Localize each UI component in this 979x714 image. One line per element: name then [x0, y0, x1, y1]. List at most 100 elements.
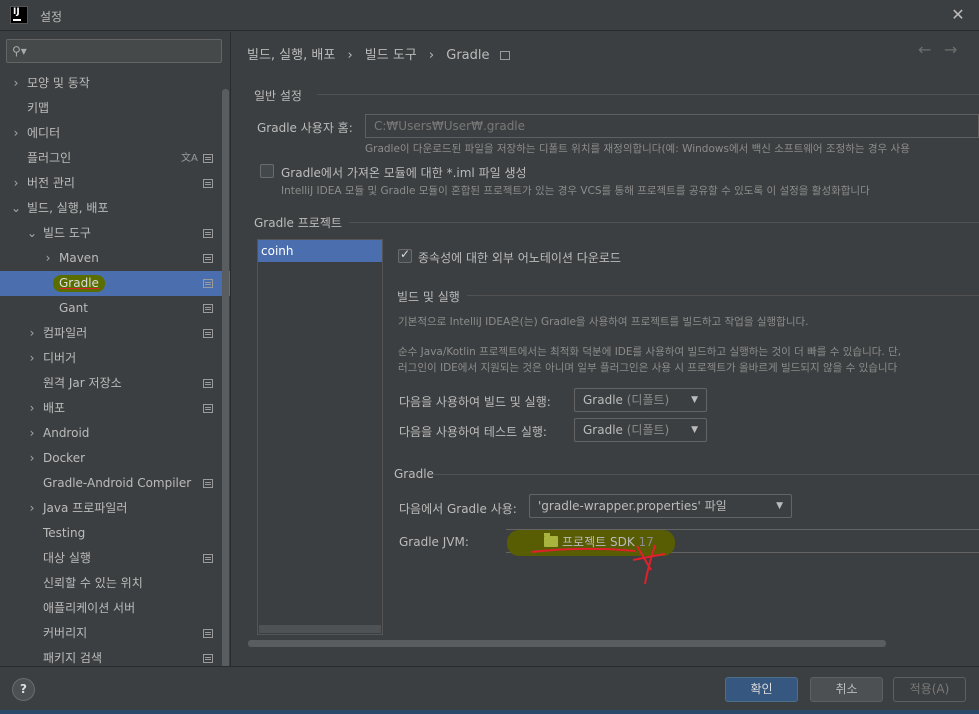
build-run-with-default: (디폴트) [626, 393, 670, 407]
sidebar-item-label: Gant [59, 301, 88, 315]
sidebar-item-label: Docker [43, 451, 86, 465]
sidebar-item[interactable]: › Docker [0, 446, 230, 471]
download-annotations-checkbox[interactable] [398, 247, 412, 263]
project-level-icon [203, 229, 213, 238]
section-divider [317, 94, 979, 95]
chevron-right-icon[interactable]: › [26, 346, 38, 371]
sidebar-item[interactable]: 신뢰할 수 있는 위치 [0, 571, 230, 596]
generate-iml-label: Gradle에서 가져온 모듈에 대한 *.iml 파일 생성 [281, 166, 527, 180]
breadcrumb: 빌드, 실행, 배포 › 빌드 도구 › Gradle [247, 44, 510, 63]
build-run-section-title: 빌드 및 실행 [397, 290, 460, 304]
generate-iml-checkbox[interactable] [260, 164, 274, 178]
breadcrumb-item: Gradle [446, 48, 490, 63]
project-level-icon [203, 479, 213, 488]
intellij-app-icon: IJ [10, 6, 28, 24]
forward-arrow-icon[interactable]: → [944, 40, 957, 59]
sidebar-item-label: 대상 실행 [43, 551, 91, 565]
sidebar-item[interactable]: › 디버거 [0, 346, 230, 371]
close-icon[interactable]: ✕ [947, 4, 969, 26]
sidebar-item[interactable]: Gradle [0, 271, 230, 296]
sidebar-item-label: Gradle-Android Compiler [43, 476, 192, 490]
breadcrumb-separator: › [347, 48, 353, 63]
chevron-down-icon[interactable]: ⌄ [10, 196, 22, 221]
chevron-down-icon[interactable]: ⌄ [26, 221, 38, 246]
chevron-right-icon[interactable]: › [26, 421, 38, 446]
project-level-icon [203, 154, 213, 163]
section-divider [349, 222, 979, 223]
sidebar-item[interactable]: 키맵 [0, 96, 230, 121]
build-run-with-value: Gradle [583, 393, 623, 407]
sidebar-item[interactable]: 애플리케이션 서버 [0, 596, 230, 621]
sidebar-item[interactable]: ⌄ 빌드 도구 [0, 221, 230, 246]
sidebar-item[interactable]: › 에디터 [0, 121, 230, 146]
project-level-icon [499, 51, 510, 60]
test-run-with-select[interactable]: Gradle (디폴트) ▼ [574, 418, 707, 442]
chevron-right-icon[interactable]: › [10, 71, 22, 96]
sidebar-item-label: 디버거 [43, 351, 77, 365]
sidebar-item[interactable]: 대상 실행 [0, 546, 230, 571]
sidebar-item[interactable]: Gant [0, 296, 230, 321]
window-title: 설정 [40, 10, 63, 24]
chevron-right-icon[interactable]: › [26, 321, 38, 346]
main-horizontal-scrollbar[interactable] [248, 640, 886, 647]
project-list-item[interactable]: coinh [258, 240, 382, 262]
sidebar-item-label: 플러그인 [27, 151, 72, 165]
project-level-icon [203, 329, 213, 338]
project-list-scrollbar[interactable] [259, 625, 381, 633]
project-level-icon [203, 179, 213, 188]
sidebar-item-label: Testing [43, 526, 86, 540]
chevron-down-icon: ▼ [691, 395, 698, 405]
sidebar-item-label: 에디터 [27, 126, 61, 140]
sidebar-item[interactable]: › Maven [0, 246, 230, 271]
cancel-button[interactable]: 취소 [810, 677, 883, 702]
sidebar-item[interactable]: Testing [0, 521, 230, 546]
chevron-right-icon[interactable]: › [26, 446, 38, 471]
ok-button[interactable]: 확인 [725, 677, 798, 702]
red-scribble-annotation [530, 544, 666, 585]
sidebar-item[interactable]: › Java 프로파일러 [0, 496, 230, 521]
chevron-right-icon[interactable]: › [10, 171, 22, 196]
gradle-project-list[interactable]: coinh [257, 239, 383, 635]
chevron-right-icon[interactable]: › [26, 396, 38, 421]
gradle-section-title: Gradle [394, 467, 434, 481]
project-level-icon [203, 304, 213, 313]
sidebar-item[interactable]: › 버전 관리 [0, 171, 230, 196]
sidebar-item-label: Maven [59, 251, 99, 265]
chevron-right-icon[interactable]: › [42, 246, 54, 271]
settings-search-input[interactable]: ⚲▾ [6, 39, 222, 63]
build-run-with-select[interactable]: Gradle (디폴트) ▼ [574, 388, 707, 412]
sidebar-scrollbar[interactable] [222, 89, 229, 679]
gradle-home-hint: Gradle이 다운로드된 파일을 저장하는 디폴트 위치를 재정의합니다(예:… [365, 143, 910, 155]
sidebar-item[interactable]: ⌄ 빌드, 실행, 배포 [0, 196, 230, 221]
sidebar-item[interactable]: Gradle-Android Compiler [0, 471, 230, 496]
back-arrow-icon[interactable]: ← [918, 40, 931, 59]
sidebar-item-label: 신뢰할 수 있는 위치 [43, 576, 143, 590]
project-level-icon [203, 629, 213, 638]
sidebar-item[interactable]: 커버리지 [0, 621, 230, 646]
sidebar-item-label: 커버리지 [43, 626, 88, 640]
sidebar-item[interactable]: › 배포 [0, 396, 230, 421]
apply-button[interactable]: 적용(A) [893, 677, 966, 702]
chevron-right-icon[interactable]: › [10, 121, 22, 146]
sidebar-item[interactable]: › 컴파일러 [0, 321, 230, 346]
build-run-hint: 기본적으로 IntelliJ IDEA은(는) Gradle을 사용하여 프로젝… [398, 316, 809, 328]
use-gradle-from-label: 다음에서 Gradle 사용: [399, 502, 517, 516]
sidebar-item[interactable]: › Android [0, 421, 230, 446]
help-button[interactable]: ? [12, 678, 35, 701]
sidebar-item[interactable]: 원격 Jar 저장소 [0, 371, 230, 396]
use-gradle-from-value: 'gradle-wrapper.properties' 파일 [538, 499, 727, 513]
sidebar-item[interactable]: 플러그인 文A [0, 146, 230, 171]
use-gradle-from-select[interactable]: 'gradle-wrapper.properties' 파일 ▼ [529, 494, 792, 518]
chevron-right-icon[interactable]: › [26, 496, 38, 521]
project-level-icon [203, 379, 213, 388]
sidebar-item[interactable]: › 모양 및 동작 [0, 71, 230, 96]
gradle-home-field[interactable]: C:₩Users₩User₩.gradle [365, 114, 979, 138]
settings-sidebar: ⚲▾ › 모양 및 동작 키맵 › 에디터 플러그인 文A › 버전 관리 ⌄ 빌드, 실행, 배포… [0, 32, 231, 679]
chevron-down-icon: ▼ [691, 425, 698, 435]
sidebar-item-label: 원격 Jar 저장소 [43, 376, 122, 390]
sidebar-item-label: 모양 및 동작 [27, 76, 90, 90]
sidebar-item-label: Gradle [53, 275, 105, 292]
chevron-down-icon: ▼ [776, 501, 783, 511]
generate-iml-hint: IntelliJ IDEA 모듈 및 Gradle 모듈이 혼합된 프로젝트가 … [281, 185, 870, 197]
sidebar-item-label: 빌드 도구 [43, 226, 91, 240]
